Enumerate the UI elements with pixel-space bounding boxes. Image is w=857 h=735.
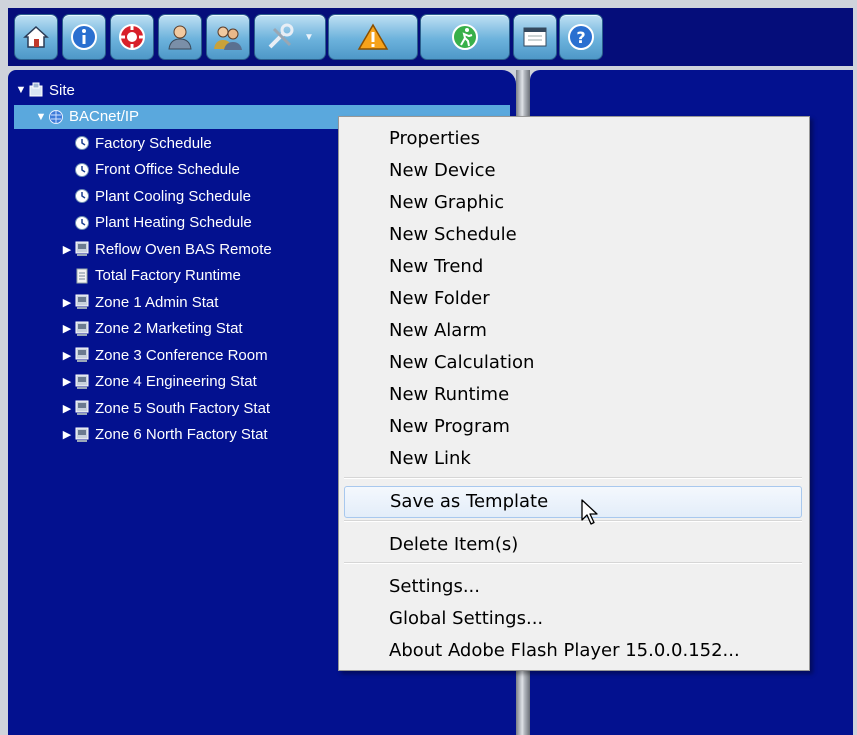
device-icon [74,427,90,443]
tree-item[interactable]: ▶ Zone 1 Admin Stat [60,290,219,314]
tree-item-label: Factory Schedule [95,134,212,152]
device-icon [74,321,90,337]
warning-icon [357,23,389,51]
tree-item[interactable]: ▶ Zone 3 Conference Room [60,343,268,367]
collapse-arrow-icon[interactable]: ▶ [60,402,74,415]
tools-dropdown-button[interactable]: ▼ [254,14,326,60]
user-icon [166,23,194,51]
tree-item[interactable]: ▶ Zone 5 South Factory Stat [60,396,270,420]
tree-item[interactable]: Front Office Schedule [60,158,240,182]
menu-item[interactable]: Global Settings... [344,604,802,634]
menu-item[interactable]: About Adobe Flash Player 15.0.0.152... [344,636,802,666]
menu-item[interactable]: New Program [344,412,802,442]
collapse-arrow-icon[interactable]: ▶ [60,322,74,335]
info-icon [70,23,98,51]
users-button[interactable] [206,14,250,60]
help-icon: ? [567,23,595,51]
menu-separator [344,477,802,479]
home-icon [23,24,49,50]
tree-item-label: Zone 6 North Factory Stat [95,426,268,443]
expand-arrow-icon[interactable]: ▼ [34,111,48,123]
alarm-button[interactable] [328,14,418,60]
collapse-arrow-icon[interactable]: ▶ [60,428,74,441]
tree-item[interactable]: ▶ Zone 6 North Factory Stat [60,423,268,447]
menu-item[interactable]: New Alarm [344,316,802,346]
context-menu: Properties New Device New Graphic New Sched… [338,116,810,671]
runner-icon [451,23,479,51]
collapse-arrow-icon[interactable]: ▶ [60,243,74,256]
menu-item[interactable]: New Graphic [344,188,802,218]
site-icon [28,82,44,98]
menu-item[interactable]: New Calculation [344,348,802,378]
window-icon [522,25,548,49]
collapse-arrow-icon[interactable]: ▶ [60,375,74,388]
tree-item[interactable]: ▶ Zone 2 Marketing Stat [60,317,243,341]
collapse-arrow-icon[interactable]: ▶ [60,296,74,309]
clock-icon [74,188,90,204]
menu-item[interactable]: Settings... [344,572,802,602]
app-frame: ▼ ? ▼ Site ▼ BACnet/IP Factory Schedule Front… [0,0,857,735]
tree-item[interactable]: Plant Cooling Schedule [60,184,251,208]
mouse-cursor-icon [581,499,598,525]
clock-icon [74,135,90,151]
tools-icon [266,23,300,51]
info-button[interactable] [62,14,106,60]
menu-separator [344,520,802,522]
expand-arrow-icon[interactable]: ▼ [14,84,28,96]
tree-item[interactable]: ▶ Reflow Oven BAS Remote [60,237,272,261]
tree-item-label: Plant Cooling Schedule [95,187,251,205]
tree-item-label: Zone 1 Admin Stat [95,293,219,311]
tree-item[interactable]: Factory Schedule [60,131,212,155]
toolbar: ▼ ? [8,8,853,66]
device-icon [74,374,90,390]
device-icon [74,294,90,310]
menu-item[interactable]: Properties [344,124,802,154]
runner-button[interactable] [420,14,510,60]
menu-item[interactable]: New Device [344,156,802,186]
document-icon [74,268,90,284]
tree-item-label: Reflow Oven BAS Remote [95,240,272,258]
tree-item-label: Zone 2 Marketing Stat [95,320,243,337]
tree-item-label: BACnet/IP [69,108,140,125]
menu-item[interactable]: New Trend [344,252,802,282]
tree-item-label: Zone 3 Conference Room [95,346,268,364]
clock-icon [74,215,90,231]
tree-item-label: Zone 5 South Factory Stat [95,399,271,417]
device-icon [74,241,90,257]
home-button[interactable] [14,14,58,60]
menu-item[interactable]: New Folder [344,284,802,314]
clock-icon [74,162,90,178]
menu-separator [344,562,802,564]
globe-icon [48,109,64,125]
lifebuoy-icon [118,23,146,51]
users-icon [213,23,243,51]
lifebuoy-button[interactable] [110,14,154,60]
tree-item-label: Total Factory Runtime [95,267,241,284]
menu-item[interactable]: Delete Item(s) [344,530,802,560]
window-button[interactable] [513,14,557,60]
tree-item-label: Zone 4 Engineering Stat [95,373,257,390]
tree-item-label: Front Office Schedule [95,161,240,178]
menu-item[interactable]: New Schedule [344,220,802,250]
user-button[interactable] [158,14,202,60]
menu-item[interactable]: Save as Template [344,486,802,518]
tree-item[interactable]: ▶ Zone 4 Engineering Stat [60,370,257,394]
svg-text:?: ? [576,28,585,47]
tree-item[interactable]: Total Factory Runtime [60,264,241,288]
collapse-arrow-icon[interactable]: ▶ [60,349,74,362]
chevron-down-icon: ▼ [304,31,314,43]
help-button[interactable]: ? [559,14,603,60]
device-icon [74,400,90,416]
tree-item[interactable]: Plant Heating Schedule [60,211,252,235]
tree-item-label: Plant Heating Schedule [95,214,252,231]
menu-item[interactable]: New Link [344,444,802,474]
tree-item[interactable]: ▼ Site [14,78,75,102]
menu-item[interactable]: New Runtime [344,380,802,410]
tree-item-label: Site [49,81,75,99]
device-icon [74,347,90,363]
